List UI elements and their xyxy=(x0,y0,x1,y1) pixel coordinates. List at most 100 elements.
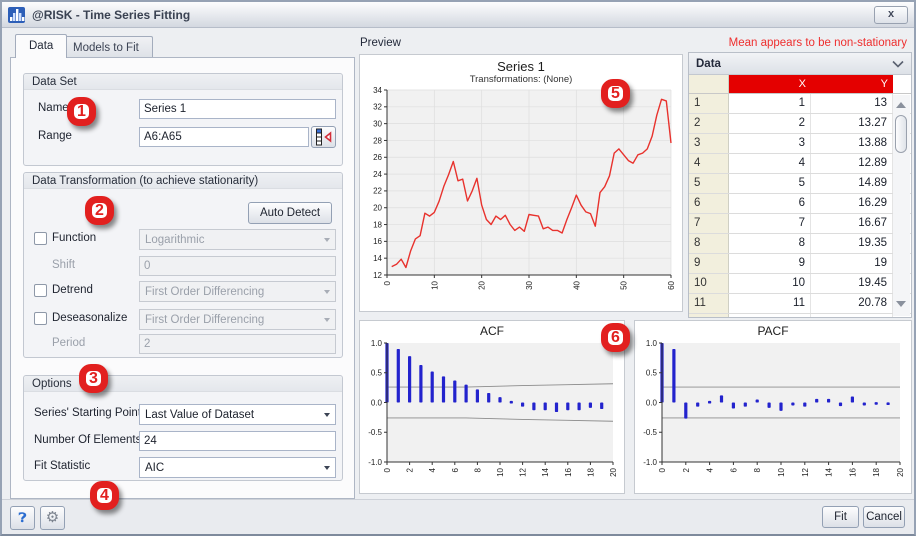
table-row[interactable]: 5514.89 xyxy=(689,174,911,194)
svg-text:16: 16 xyxy=(373,237,382,246)
table-row[interactable]: 4412.89 xyxy=(689,154,911,174)
range-input[interactable] xyxy=(139,127,309,147)
auto-detect-button[interactable]: Auto Detect xyxy=(248,202,332,224)
range-picker-icon xyxy=(313,128,334,146)
callout-2: 2 xyxy=(85,196,114,225)
acf-title: ACF xyxy=(360,321,624,338)
svg-text:28: 28 xyxy=(373,136,382,145)
svg-text:34: 34 xyxy=(373,86,382,95)
svg-text:8: 8 xyxy=(753,467,762,472)
callout-3: 3 xyxy=(79,364,108,393)
table-row[interactable]: 111120.78 xyxy=(689,294,911,314)
gear-icon: ⚙︎ xyxy=(46,509,59,526)
svg-text:-0.5: -0.5 xyxy=(368,428,382,437)
table-row[interactable]: 121222.54 xyxy=(689,314,911,318)
data-table-body: 11132213.273313.884412.895514.896616.297… xyxy=(689,94,911,318)
stationarity-warning: Mean appears to be non-stationary xyxy=(729,37,907,49)
data-set-title: Data Set xyxy=(24,74,342,90)
chevron-down-icon xyxy=(324,466,330,470)
table-row[interactable]: 8819.35 xyxy=(689,234,911,254)
svg-text:10: 10 xyxy=(496,467,505,476)
svg-text:14: 14 xyxy=(541,467,550,476)
scrollbar-thumb[interactable] xyxy=(895,115,907,153)
acf-plot: -1.0-0.50.00.51.002468101214161820 xyxy=(360,338,622,488)
tab-models-to-fit[interactable]: Models to Fit xyxy=(59,36,153,58)
callout-1: 1 xyxy=(67,97,96,126)
svg-text:0: 0 xyxy=(383,467,392,472)
svg-text:-1.0: -1.0 xyxy=(368,458,382,467)
table-row[interactable]: 9919 xyxy=(689,254,911,274)
data-table-header[interactable]: Data xyxy=(689,53,911,75)
svg-text:12: 12 xyxy=(519,467,528,476)
number-of-elements-label: Number Of Elements xyxy=(34,434,141,446)
scroll-down-icon[interactable] xyxy=(896,301,906,307)
titlebar: @RISK - Time Series Fitting x xyxy=(2,2,914,28)
series-chart-title: Series 1 xyxy=(360,55,682,74)
detrend-label: Detrend xyxy=(52,284,93,296)
deseasonalize-select[interactable]: First Order Differencing xyxy=(139,309,336,330)
data-table-column-headers: X Y xyxy=(689,75,911,94)
chevron-down-icon xyxy=(324,413,330,417)
function-select[interactable]: Logarithmic xyxy=(139,229,336,250)
series-chart-subtitle: Transformations: (None) xyxy=(360,74,682,85)
range-picker-button[interactable] xyxy=(311,126,336,148)
chevron-down-icon xyxy=(324,318,330,322)
svg-text:50: 50 xyxy=(620,280,629,289)
table-row[interactable]: 1113 xyxy=(689,94,911,114)
svg-text:0: 0 xyxy=(658,467,667,472)
table-row[interactable]: 101019.45 xyxy=(689,274,911,294)
svg-text:12: 12 xyxy=(373,271,382,280)
svg-text:0.5: 0.5 xyxy=(646,369,658,378)
chevron-down-icon[interactable] xyxy=(892,60,904,68)
detrend-select[interactable]: First Order Differencing xyxy=(139,281,336,302)
svg-text:12: 12 xyxy=(801,467,810,476)
close-button[interactable]: x xyxy=(874,6,908,24)
cancel-button[interactable]: Cancel xyxy=(863,506,905,528)
table-row[interactable]: 6616.29 xyxy=(689,194,911,214)
starting-point-label: Series' Starting Point xyxy=(34,407,141,419)
svg-text:10: 10 xyxy=(777,467,786,476)
help-button[interactable]: ❓︎ xyxy=(10,506,35,530)
fit-statistic-label: Fit Statistic xyxy=(34,460,90,472)
number-of-elements-input[interactable] xyxy=(139,431,336,451)
tab-data[interactable]: Data xyxy=(15,34,67,58)
table-row[interactable]: 3313.88 xyxy=(689,134,911,154)
svg-text:14: 14 xyxy=(825,467,834,476)
series-chart-plot: 1214161820222426283032340102030405060 xyxy=(360,85,680,301)
table-scrollbar[interactable] xyxy=(893,95,910,316)
chevron-down-icon xyxy=(324,238,330,242)
callout-6: 6 xyxy=(601,323,630,352)
options-title: Options xyxy=(24,376,342,392)
fit-statistic-select[interactable]: AIC xyxy=(139,457,336,478)
deseasonalize-checkbox[interactable] xyxy=(34,312,47,325)
name-input[interactable] xyxy=(139,99,336,119)
svg-text:20: 20 xyxy=(896,467,905,476)
detrend-checkbox[interactable] xyxy=(34,284,47,297)
svg-text:-1.0: -1.0 xyxy=(643,458,657,467)
table-row[interactable]: 7716.67 xyxy=(689,214,911,234)
acf-chart-panel: ACF -1.0-0.50.00.51.002468101214161820 xyxy=(359,320,625,494)
svg-text:18: 18 xyxy=(586,467,595,476)
table-row[interactable]: 2213.27 xyxy=(689,114,911,134)
callout-5: 5 xyxy=(601,79,630,108)
svg-text:8: 8 xyxy=(473,467,482,472)
period-input[interactable] xyxy=(139,334,336,354)
fit-button[interactable]: Fit xyxy=(822,506,859,528)
settings-button[interactable]: ⚙︎ xyxy=(40,506,65,530)
svg-text:20: 20 xyxy=(609,467,618,476)
name-label: Name xyxy=(38,102,69,114)
scroll-up-icon[interactable] xyxy=(896,102,906,108)
data-table-panel: Data X Y 11132213.273313.884412.895514.8… xyxy=(688,52,912,318)
preview-label: Preview xyxy=(360,37,401,49)
svg-text:2: 2 xyxy=(682,467,691,472)
starting-point-select[interactable]: Last Value of Dataset xyxy=(139,404,336,425)
data-transformation-title: Data Transformation (to achieve stationa… xyxy=(24,173,342,189)
window-title: @RISK - Time Series Fitting xyxy=(32,8,190,22)
svg-text:10: 10 xyxy=(430,280,439,289)
svg-text:4: 4 xyxy=(428,467,437,472)
svg-text:24: 24 xyxy=(373,170,382,179)
function-checkbox[interactable] xyxy=(34,232,47,245)
shift-input[interactable] xyxy=(139,256,336,276)
svg-text:18: 18 xyxy=(872,467,881,476)
data-transformation-group: Data Transformation (to achieve stationa… xyxy=(23,172,343,358)
